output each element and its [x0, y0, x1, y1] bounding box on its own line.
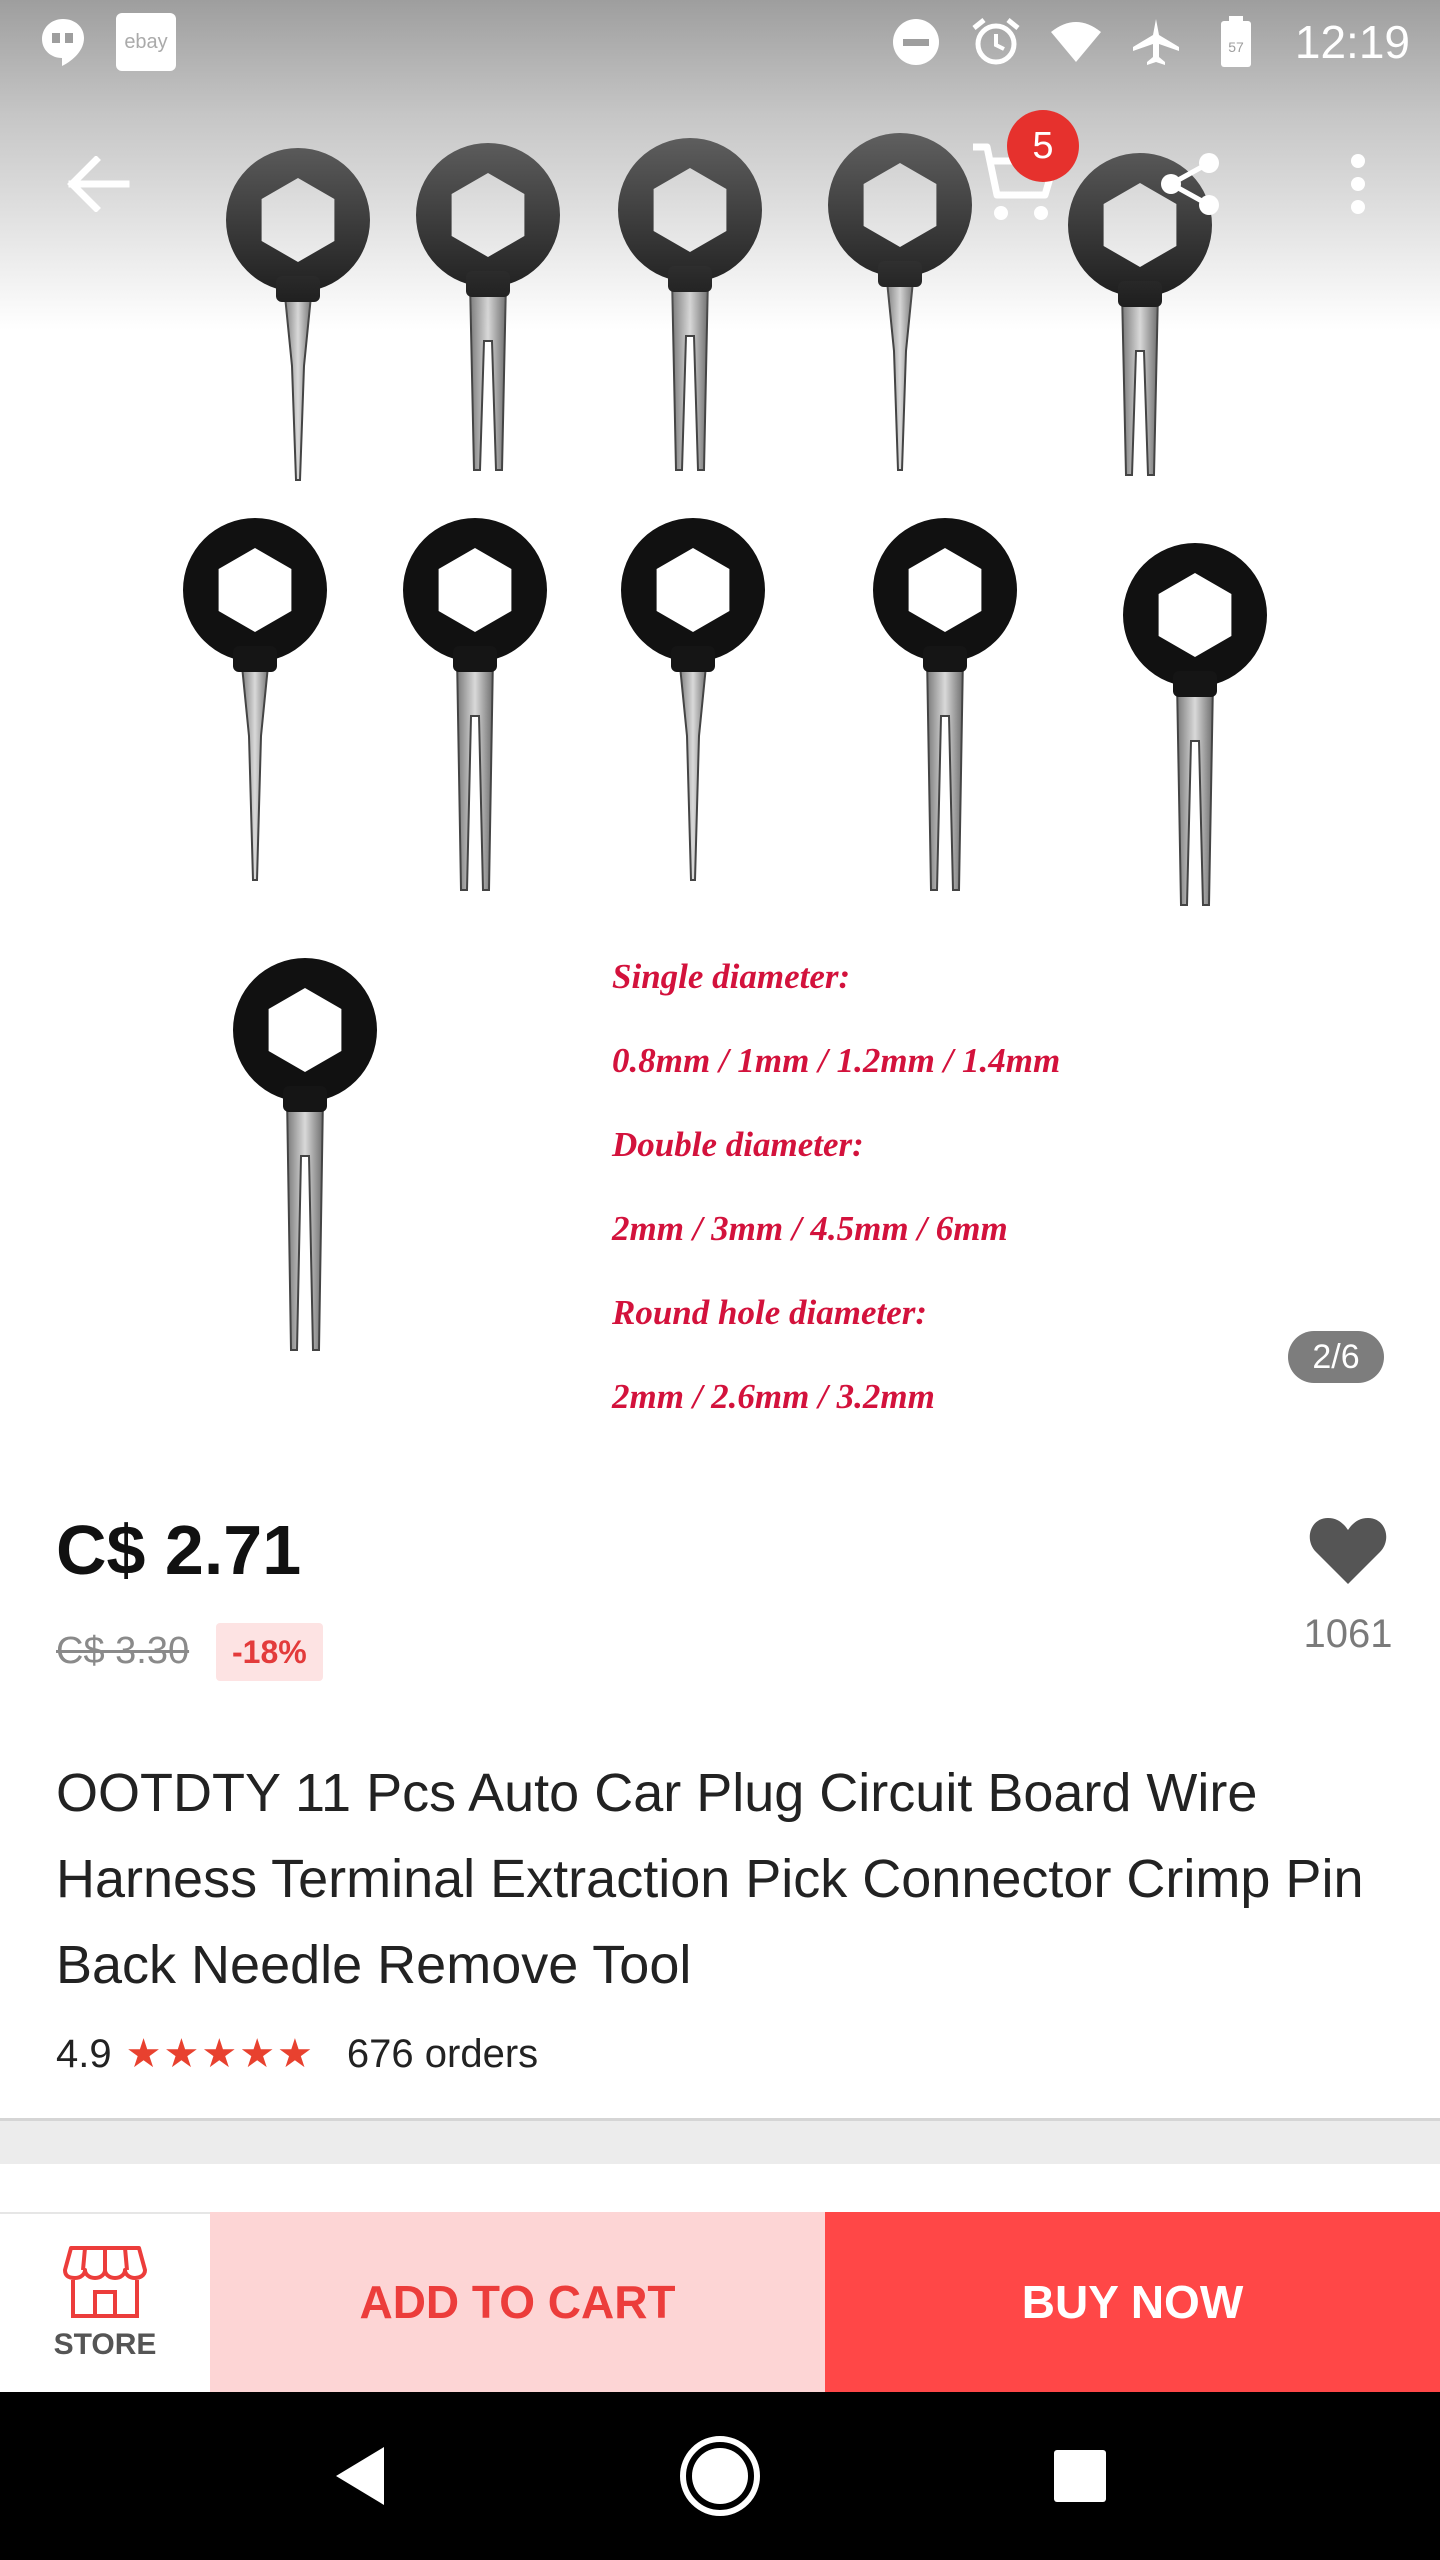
- product-title: OOTDTY 11 Pcs Auto Car Plug Circuit Boar…: [56, 1763, 1364, 1995]
- nav-back-icon: [336, 2447, 384, 2505]
- star-icon: ★: [277, 2032, 313, 2076]
- action-bar: STORE ADD TO CART BUY NOW: [0, 2212, 1440, 2392]
- share-button[interactable]: [1148, 142, 1232, 226]
- spec-text-block: Single diameter: 0.8mm / 1mm / 1.2mm / 1…: [612, 935, 1060, 1439]
- wifi-icon: [1049, 15, 1103, 69]
- status-clock: 12:19: [1294, 16, 1410, 68]
- spec-line: Double diameter:: [612, 1125, 864, 1164]
- hangouts-icon: [36, 15, 90, 69]
- nav-recents-icon: [1054, 2450, 1106, 2502]
- wishlist-button[interactable]: [1304, 1510, 1392, 1590]
- nav-home-icon: [680, 2436, 760, 2516]
- airplane-icon: [1129, 15, 1183, 69]
- store-button[interactable]: STORE: [0, 2212, 210, 2392]
- spec-line: Round hole diameter:: [612, 1293, 928, 1332]
- battery-icon: 57: [1209, 15, 1263, 69]
- nav-recents-button[interactable]: [1025, 2421, 1135, 2531]
- store-label: STORE: [53, 2328, 157, 2361]
- rating-stars: ★ ★ ★ ★ ★: [126, 2034, 313, 2074]
- battery-level: 57: [1228, 39, 1244, 55]
- more-options-button[interactable]: [1316, 142, 1400, 226]
- rating-row[interactable]: 4.9 ★ ★ ★ ★ ★ 676 orders: [56, 2026, 538, 2082]
- rating-value: 4.9: [56, 2031, 112, 2076]
- more-vert-icon: [1351, 154, 1365, 214]
- pin-tool: [403, 518, 547, 891]
- alarm-icon: [969, 15, 1023, 69]
- spec-line: Single diameter:: [612, 957, 851, 996]
- spec-line: 0.8mm / 1mm / 1.2mm / 1.4mm: [612, 1041, 1061, 1080]
- spec-line: 2mm / 3mm / 4.5mm / 6mm: [612, 1209, 1008, 1248]
- spec-line: 2mm / 2.6mm / 3.2mm: [612, 1377, 935, 1416]
- ebay-icon: ebay: [116, 13, 176, 71]
- next-section-card: [56, 2166, 1328, 2214]
- cart-count-badge: 5: [1007, 110, 1079, 182]
- dnd-icon: [889, 15, 943, 69]
- pin-tool: [182, 517, 327, 881]
- back-button[interactable]: [56, 142, 140, 226]
- original-price: C$ 3.30: [56, 1630, 190, 1672]
- status-bar: ebay 57 12:19: [0, 0, 1440, 84]
- ebay-label: ebay: [124, 30, 168, 53]
- share-icon: [1161, 153, 1219, 215]
- nav-back-button[interactable]: [305, 2421, 415, 2531]
- pin-tool: [621, 518, 765, 881]
- star-icon: ★: [125, 2032, 162, 2076]
- section-divider: [0, 2118, 1440, 2164]
- pin-tool: [233, 958, 377, 1351]
- pin-tool: [873, 518, 1017, 891]
- product-price: C$ 2.71: [56, 1511, 302, 1589]
- pin-tool: [1123, 543, 1267, 906]
- store-icon: [63, 2246, 147, 2318]
- back-arrow-icon: [67, 156, 130, 212]
- discount-badge: -18%: [216, 1623, 323, 1681]
- buy-now-button[interactable]: BUY NOW: [825, 2212, 1440, 2392]
- wishlist-count: 1061: [1303, 1612, 1393, 1656]
- orders-count: 676 orders: [346, 2031, 539, 2076]
- add-to-cart-button[interactable]: ADD TO CART: [210, 2212, 825, 2392]
- star-icon: ★: [163, 2032, 200, 2076]
- star-icon: ★: [239, 2032, 276, 2076]
- heart-icon: [1309, 1518, 1387, 1584]
- nav-home-button[interactable]: [665, 2421, 775, 2531]
- star-icon: ★: [201, 2032, 238, 2076]
- system-nav-bar: [0, 2392, 1440, 2560]
- gallery-page-indicator: 2/6: [1288, 1331, 1384, 1383]
